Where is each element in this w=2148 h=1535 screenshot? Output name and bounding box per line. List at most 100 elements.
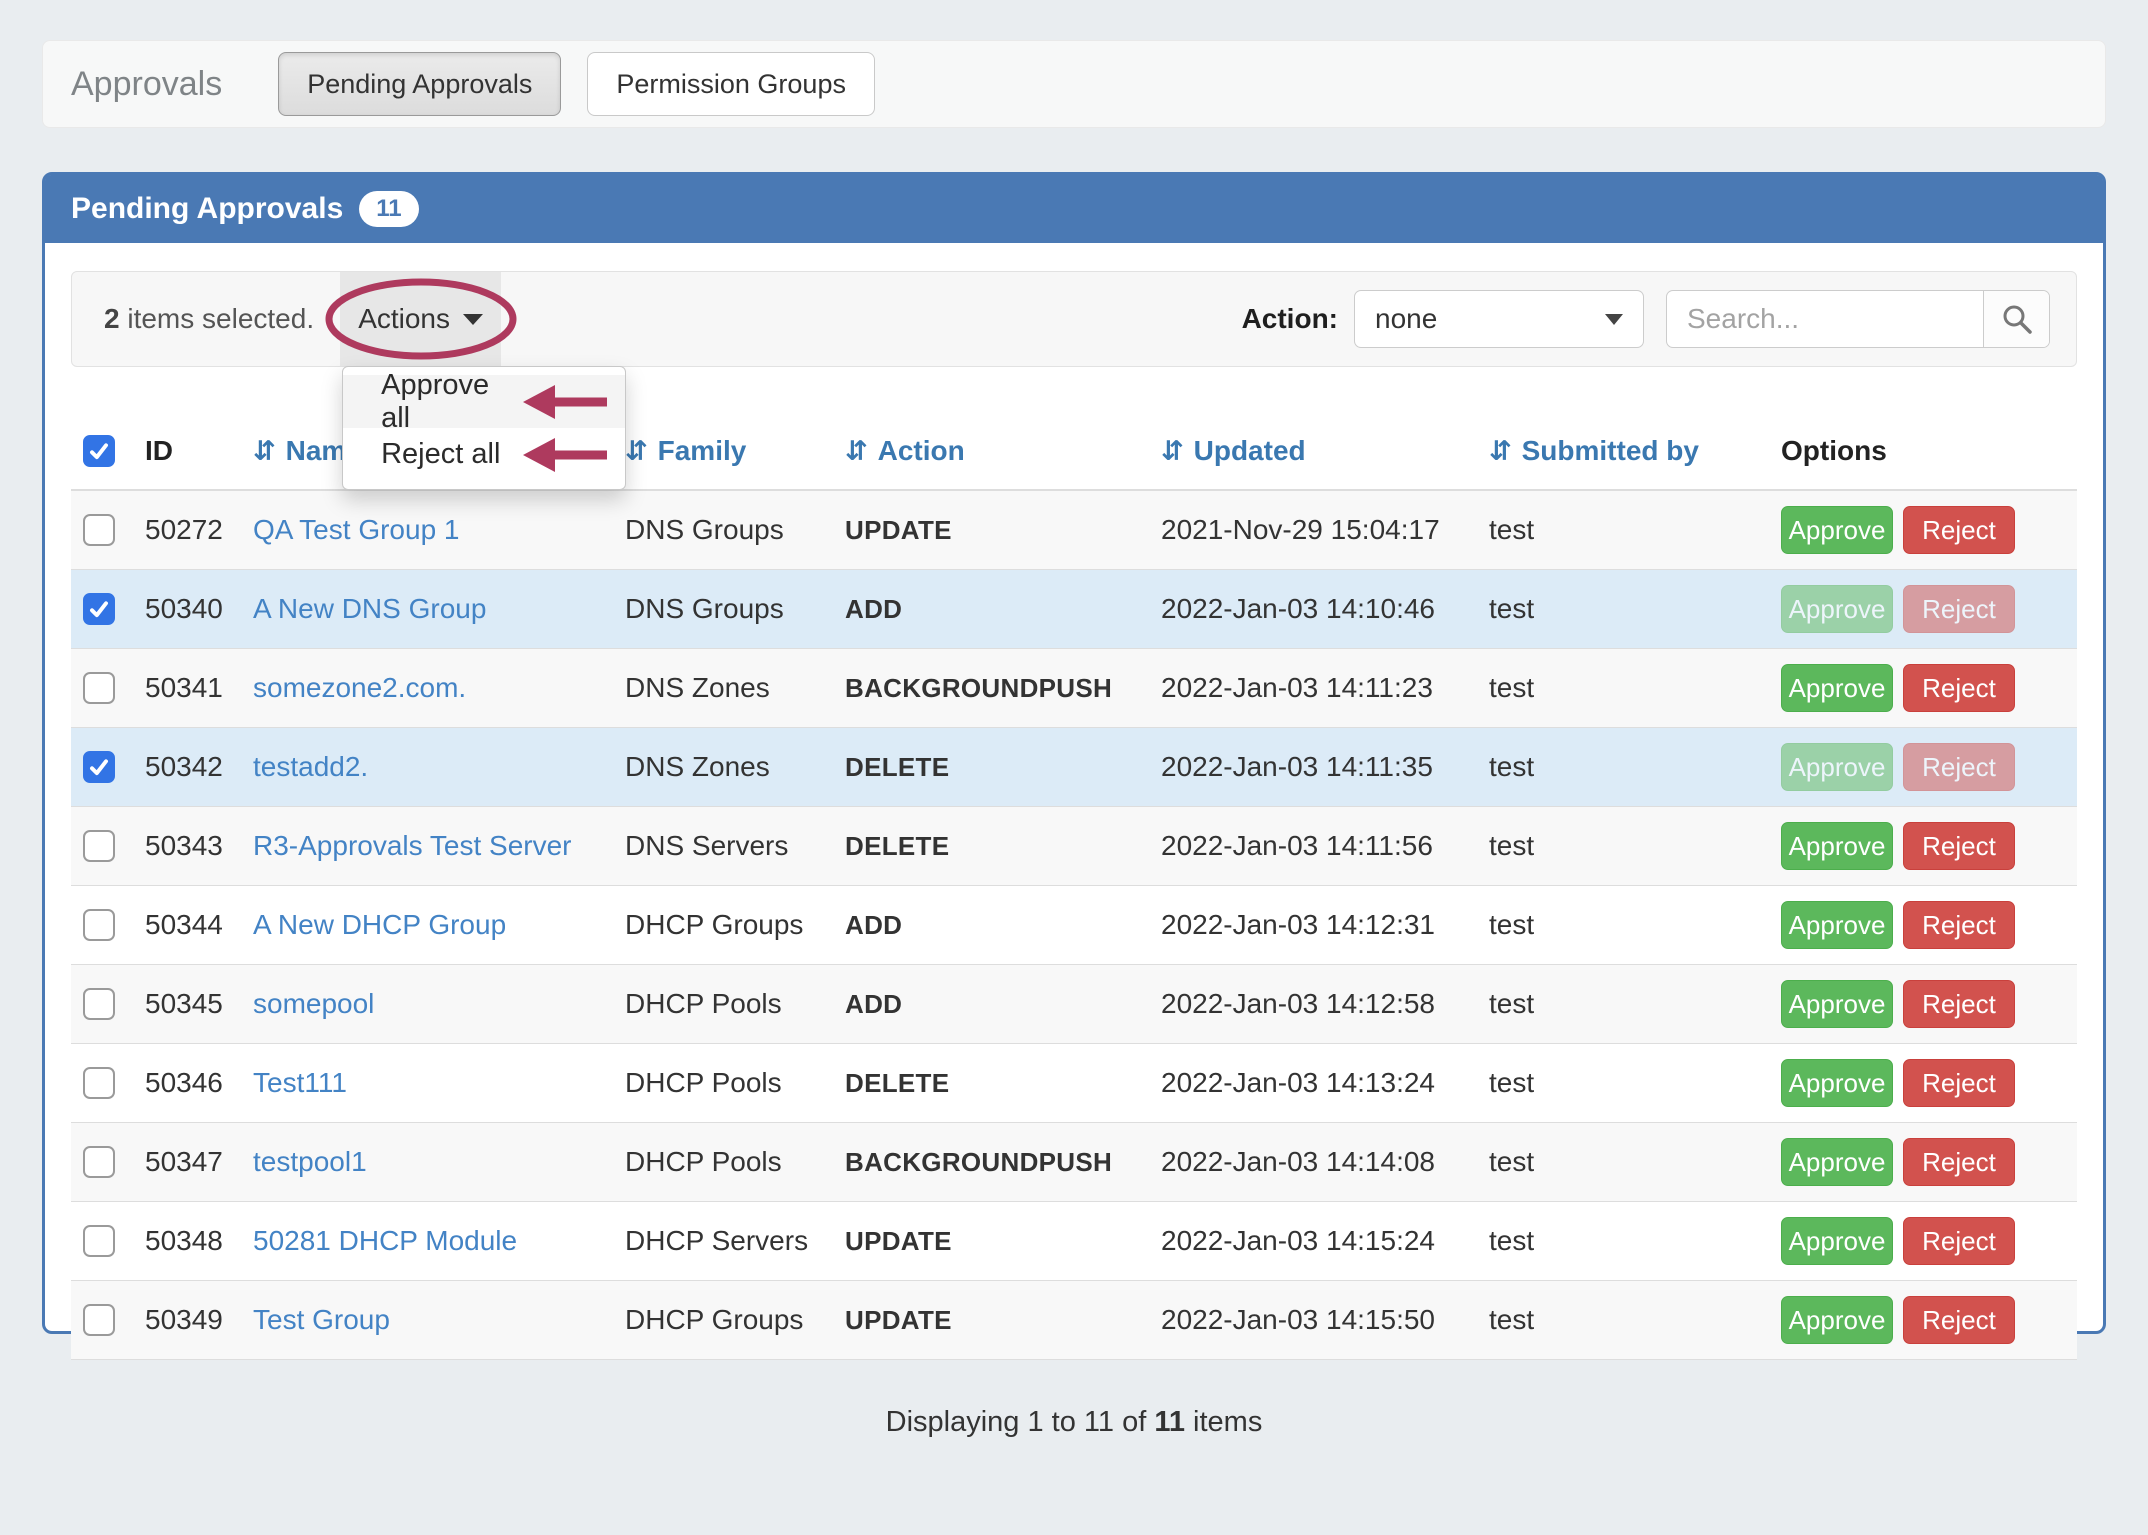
approve-button[interactable]: Approve [1781, 1059, 1893, 1107]
page-title: Approvals [71, 65, 222, 104]
row-select-cell [71, 1044, 133, 1123]
approve-button[interactable]: Approve [1781, 980, 1893, 1028]
cell-family: DNS Servers [613, 807, 833, 886]
menu-item-label: Reject all [381, 438, 500, 471]
row-checkbox[interactable] [83, 1225, 115, 1257]
row-checkbox[interactable] [83, 751, 115, 783]
cell-family: DNS Groups [613, 570, 833, 649]
row-checkbox[interactable] [83, 1146, 115, 1178]
search-input[interactable] [1667, 291, 1983, 347]
cell-name: R3-Approvals Test Server [241, 807, 613, 886]
column-header-updated[interactable]: ⇵Updated [1149, 419, 1477, 490]
tab-pending-approvals[interactable]: Pending Approvals [278, 52, 561, 116]
row-select-cell [71, 965, 133, 1044]
menu-item-reject-all[interactable]: Reject all [343, 428, 625, 481]
check-icon [85, 595, 113, 623]
approve-button[interactable]: Approve [1781, 901, 1893, 949]
column-header-options: Options [1769, 419, 2077, 490]
cell-family: DNS Zones [613, 649, 833, 728]
column-header-label: Action [878, 435, 965, 466]
cell-id: 50347 [133, 1123, 241, 1202]
pending-approvals-table: ID⇵Name⇵Family⇵Action⇵Updated⇵Submitted … [71, 419, 2077, 1360]
row-name-link[interactable]: A New DNS Group [253, 593, 486, 624]
row-checkbox[interactable] [83, 514, 115, 546]
row-name-link[interactable]: somezone2.com. [253, 672, 466, 703]
row-select-cell [71, 1281, 133, 1360]
cell-options: ApproveReject [1769, 807, 2077, 886]
reject-button[interactable]: Reject [1903, 664, 2015, 712]
approve-button[interactable]: Approve [1781, 1138, 1893, 1186]
column-header-action[interactable]: ⇵ Action [833, 419, 1149, 490]
column-header-id: ID [133, 419, 241, 490]
approve-button[interactable]: Approve [1781, 822, 1893, 870]
cell-family: DHCP Pools [613, 1123, 833, 1202]
row-name-link[interactable]: QA Test Group 1 [253, 514, 460, 545]
table-toolbar: 2 items selected. Actions Approve allRej… [71, 271, 2077, 367]
reject-button[interactable]: Reject [1903, 1296, 2015, 1344]
row-checkbox[interactable] [83, 988, 115, 1020]
select-all-checkbox[interactable] [83, 435, 115, 467]
cell-updated: 2022-Jan-03 14:11:56 [1149, 807, 1477, 886]
actions-dropdown-wrap: Actions Approve allReject all [340, 272, 501, 366]
row-checkbox[interactable] [83, 1067, 115, 1099]
approve-button[interactable]: Approve [1781, 1296, 1893, 1344]
actions-dropdown-button[interactable]: Actions [340, 272, 501, 366]
approve-button[interactable]: Approve [1781, 585, 1893, 633]
reject-button[interactable]: Reject [1903, 743, 2015, 791]
sort-icon: ⇵ [845, 436, 868, 467]
row-select-cell [71, 570, 133, 649]
menu-item-approve-all[interactable]: Approve all [343, 375, 625, 428]
page: Approvals Pending Approvals Permission G… [0, 0, 2148, 1334]
cell-updated: 2021-Nov-29 15:04:17 [1149, 490, 1477, 570]
annotation-arrow [523, 383, 607, 421]
reject-button[interactable]: Reject [1903, 1059, 2015, 1107]
tab-permission-groups[interactable]: Permission Groups [587, 52, 875, 116]
action-filter-select[interactable]: none [1354, 290, 1644, 348]
row-name-link[interactable]: Test111 [253, 1067, 347, 1098]
selected-items-text: 2 items selected. [104, 303, 314, 335]
row-checkbox[interactable] [83, 830, 115, 862]
cell-options: ApproveReject [1769, 728, 2077, 807]
reject-button[interactable]: Reject [1903, 1138, 2015, 1186]
caret-down-icon [1605, 314, 1623, 325]
row-select-cell [71, 728, 133, 807]
row-name-link[interactable]: testadd2. [253, 751, 368, 782]
row-checkbox[interactable] [83, 672, 115, 704]
cell-name: 50281 DHCP Module [241, 1202, 613, 1281]
reject-button[interactable]: Reject [1903, 585, 2015, 633]
reject-button[interactable]: Reject [1903, 980, 2015, 1028]
table-row: 50342testadd2.DNS ZonesDELETE2022-Jan-03… [71, 728, 2077, 807]
row-name-link[interactable]: Test Group [253, 1304, 390, 1335]
cell-action: UPDATE [833, 1202, 1149, 1281]
cell-family: DNS Zones [613, 728, 833, 807]
approve-button[interactable]: Approve [1781, 506, 1893, 554]
row-name-link[interactable]: testpool1 [253, 1146, 367, 1177]
search-button[interactable] [1983, 291, 2049, 347]
cell-id: 50346 [133, 1044, 241, 1123]
cell-options: ApproveReject [1769, 649, 2077, 728]
column-header-submitted-by[interactable]: ⇵Submitted by [1477, 419, 1769, 490]
reject-button[interactable]: Reject [1903, 506, 2015, 554]
reject-button[interactable]: Reject [1903, 1217, 2015, 1265]
actions-label: Actions [358, 303, 450, 335]
menu-item-label: Approve all [381, 369, 523, 435]
table-row: 50347testpool1DHCP PoolsBACKGROUNDPUSH20… [71, 1123, 2077, 1202]
row-checkbox[interactable] [83, 593, 115, 625]
approve-button[interactable]: Approve [1781, 743, 1893, 791]
row-name-link[interactable]: somepool [253, 988, 374, 1019]
reject-button[interactable]: Reject [1903, 901, 2015, 949]
column-header-family[interactable]: ⇵Family [613, 419, 833, 490]
summary-total: 11 [1154, 1406, 1185, 1438]
row-name-link[interactable]: 50281 DHCP Module [253, 1225, 517, 1256]
cell-name: Test111 [241, 1044, 613, 1123]
reject-button[interactable]: Reject [1903, 822, 2015, 870]
row-checkbox[interactable] [83, 1304, 115, 1336]
row-name-link[interactable]: A New DHCP Group [253, 909, 506, 940]
cell-action: ADD [833, 570, 1149, 649]
row-checkbox[interactable] [83, 909, 115, 941]
page-header: Approvals Pending Approvals Permission G… [42, 40, 2106, 128]
row-name-link[interactable]: R3-Approvals Test Server [253, 830, 572, 861]
approve-button[interactable]: Approve [1781, 1217, 1893, 1265]
cell-family: DHCP Pools [613, 1044, 833, 1123]
approve-button[interactable]: Approve [1781, 664, 1893, 712]
